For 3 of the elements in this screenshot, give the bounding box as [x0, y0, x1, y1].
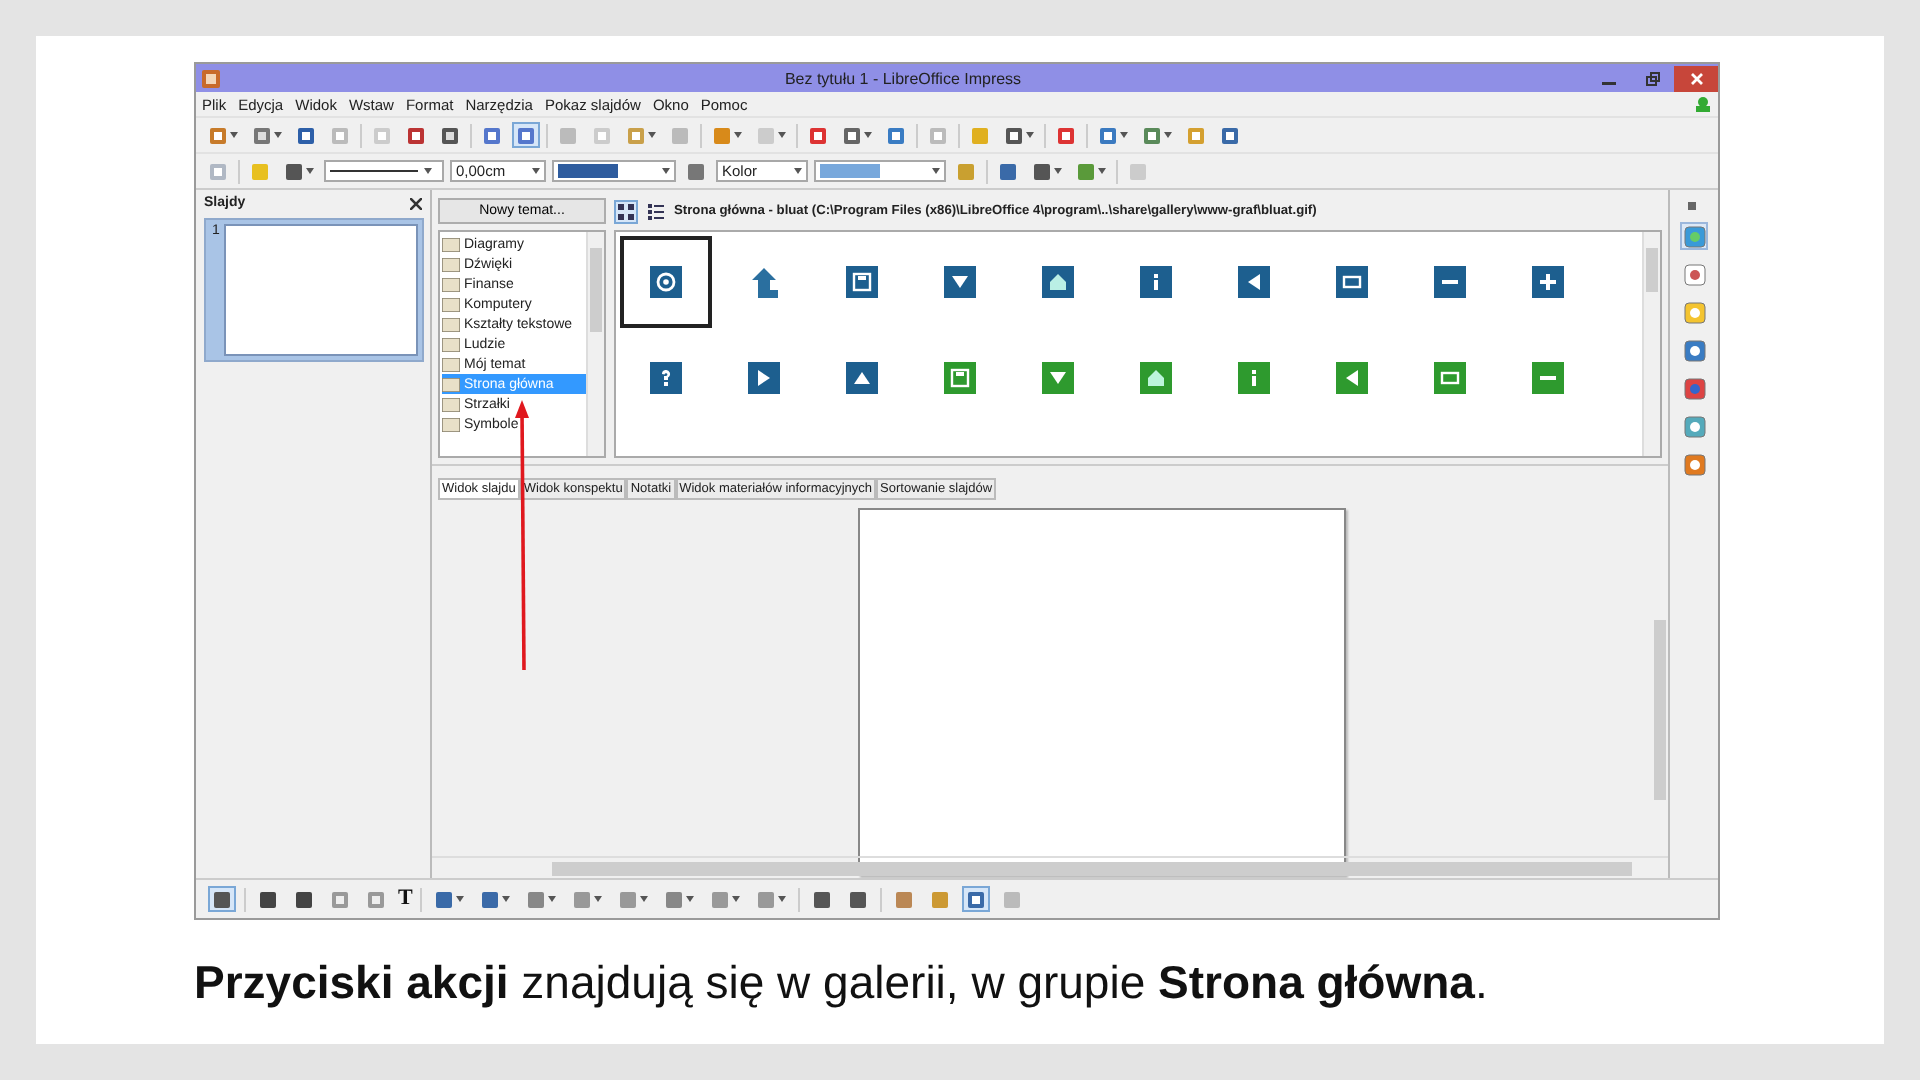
caption: Przyciski akcji znajdują się w galerii, w grupie Strona główna.	[194, 956, 1490, 1010]
window-title: Bez tytułu 1 - LibreOffice Impress	[782, 69, 1024, 87]
text-tool-button[interactable]: T	[398, 888, 413, 910]
